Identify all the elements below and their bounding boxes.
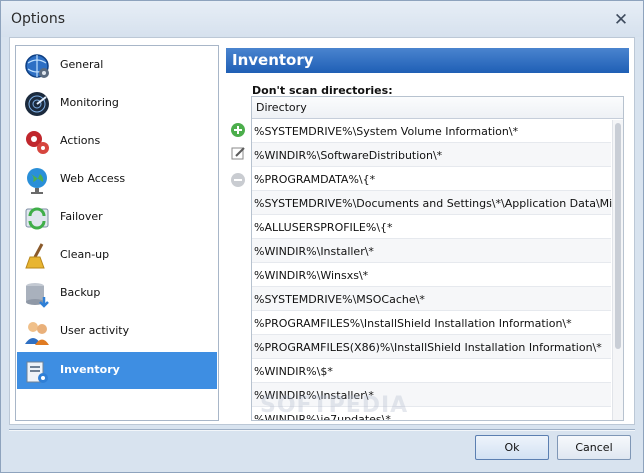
list-item[interactable]: %SYSTEMDRIVE%\System Volume Information\… [252,119,611,143]
ok-button[interactable]: Ok [475,435,549,460]
sidebar: General Monitoring Actions Web Access Fa… [15,45,219,421]
window-title: Options [11,11,66,27]
radar-icon [21,88,53,120]
sidebar-item-inventory[interactable]: Inventory [17,352,217,389]
database-icon [21,278,53,310]
sidebar-item-label: Inventory [60,363,120,376]
sidebar-item-monitoring[interactable]: Monitoring [17,85,217,122]
sidebar-item-clean-up[interactable]: Clean-up [17,237,217,274]
section-title: Inventory [226,48,629,73]
list-item[interactable]: %ALLUSERSPROFILE%\{* [252,215,611,239]
sidebar-item-failover[interactable]: Failover [17,199,217,236]
options-window: Options ✕ General Monitoring Actions Web… [0,0,644,473]
gears-icon [21,126,53,158]
cancel-button[interactable]: Cancel [557,435,631,460]
sidebar-item-label: Clean-up [60,248,110,261]
edit-icon[interactable] [230,145,246,161]
globe-gear-icon [21,50,53,82]
sidebar-item-label: Monitoring [60,96,119,109]
list-item[interactable]: %WINDIR%\Winsxs\* [252,263,611,287]
sidebar-item-web-access[interactable]: Web Access [17,161,217,198]
options-panel: General Monitoring Actions Web Access Fa… [9,37,635,425]
failover-icon [21,202,53,234]
sidebar-item-label: Failover [60,210,103,223]
directory-list[interactable]: Directory %SYSTEMDRIVE%\System Volume In… [251,96,624,421]
sidebar-item-label: Backup [60,286,101,299]
divider-highlight [9,430,635,431]
close-icon[interactable]: ✕ [609,9,633,31]
remove-icon[interactable] [230,172,246,188]
list-item[interactable]: %PROGRAMDATA%\{* [252,167,611,191]
title-bar: Options ✕ [1,1,643,37]
list-item[interactable]: %PROGRAMFILES%\InstallShield Installatio… [252,311,611,335]
list-item[interactable]: %SYSTEMDRIVE%\MSOCache\* [252,287,611,311]
sidebar-item-label: General [60,58,104,71]
scrollbar-thumb[interactable] [615,123,621,349]
list-item[interactable]: %SYSTEMDRIVE%\Documents and Settings\*\A… [252,191,623,215]
sidebar-item-label: Web Access [60,172,126,185]
list-item[interactable]: %PROGRAMFILES(X86)%\InstallShield Instal… [252,335,611,359]
sidebar-item-label: Actions [60,134,101,147]
sidebar-item-general[interactable]: General [17,47,217,84]
broom-icon [21,240,53,272]
sidebar-item-label: User activity [60,324,130,337]
globe-icon [21,164,53,196]
sidebar-item-backup[interactable]: Backup [17,275,217,312]
users-icon [21,316,53,348]
list-item[interactable]: %WINDIR%\$* [252,359,611,383]
watermark: SOFTPEDIA [260,393,409,418]
sidebar-item-actions[interactable]: Actions [17,123,217,160]
add-icon[interactable] [230,122,246,138]
inventory-icon [21,355,53,387]
list-item[interactable]: %WINDIR%\SoftwareDistribution\* [252,143,611,167]
list-item[interactable]: %WINDIR%\Installer\* [252,239,611,263]
sidebar-item-user-activity[interactable]: User activity [17,313,217,350]
column-header-directory[interactable]: Directory [252,97,623,119]
